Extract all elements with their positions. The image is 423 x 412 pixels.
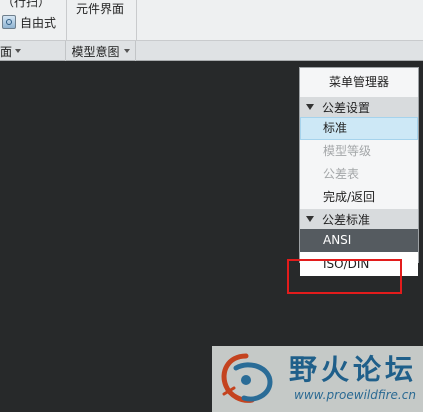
watermark: 野火论坛 www.proewildfire.cn [212, 346, 423, 412]
collapse-triangle-icon [306, 216, 314, 222]
chevron-down-icon [123, 49, 130, 53]
group-left-dropdown[interactable]: 面 [0, 41, 66, 61]
watermark-title: 野火论坛 [289, 353, 418, 386]
section-tolerance-standard[interactable]: 公差标准 [300, 209, 418, 229]
component-interface-button[interactable]: 元件界面 [76, 0, 124, 17]
model-intent-dropdown[interactable]: 模型意图 [66, 41, 136, 61]
menu-item-model-grade: 模型等级 [323, 144, 372, 158]
menu-item-done-return[interactable]: 完成/返回 [300, 186, 418, 209]
section-tolerance-setup[interactable]: 公差设置 [300, 97, 418, 117]
chevron-down-icon [15, 49, 22, 53]
menu-item-tolerance-table: 公差表 [323, 167, 360, 181]
ribbon: （行扫） 自由式 元件界面 [0, 0, 423, 40]
ribbon-mid-group: 元件界面 [66, 0, 137, 40]
group-left-label: 面 [0, 44, 13, 59]
menu-item-ansi[interactable]: ANSI [300, 229, 418, 252]
ribbon-cut-label: （行扫） [2, 0, 51, 9]
ribbon-group-bar: 面 模型意图 [0, 40, 423, 61]
watermark-logo-icon [221, 353, 273, 403]
model-intent-label: 模型意图 [71, 44, 120, 59]
menu-manager-title: 菜单管理器 [328, 75, 389, 89]
freestyle-label: 自由式 [20, 15, 57, 30]
menu-item-standard[interactable]: 标准 [300, 117, 418, 140]
menu-manager-panel: 菜单管理器 公差设置 标准 模型等级 公差表 完成/返回 公差标准 ANSI I… [299, 67, 419, 276]
freestyle-icon [2, 15, 16, 29]
highlight-box [287, 259, 402, 294]
watermark-url: www.proewildfire.cn [294, 388, 416, 402]
section-label: 公差设置 [322, 100, 371, 115]
freestyle-button[interactable]: 自由式 [2, 14, 56, 30]
ribbon-left-group: （行扫） 自由式 [0, 0, 67, 40]
section-label: 公差标准 [322, 212, 371, 227]
collapse-triangle-icon [306, 104, 314, 110]
